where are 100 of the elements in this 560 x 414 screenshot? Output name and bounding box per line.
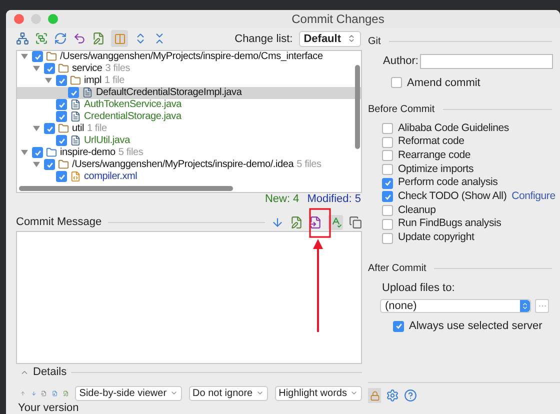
settings-icon[interactable] xyxy=(386,389,399,402)
checkbox[interactable] xyxy=(393,320,404,332)
checkbox[interactable] xyxy=(382,205,393,216)
expand-arrow-icon[interactable] xyxy=(33,161,40,168)
tree-row[interactable]: CredentialStorage.java xyxy=(17,110,361,123)
viewer-dropdown[interactable]: Highlight words xyxy=(274,386,362,401)
expand-arrow-icon[interactable] xyxy=(45,77,52,84)
file-name: /Users/wanggenshen/MyProjects/inspire-demo/.idea xyxy=(72,158,294,171)
checkbox[interactable] xyxy=(382,150,393,162)
checkbox[interactable] xyxy=(56,171,67,182)
file-count: 3 files xyxy=(105,62,130,75)
section-title: After Commit xyxy=(368,262,426,276)
section-title: Git xyxy=(368,34,381,48)
viewer-dropdown[interactable]: Do not ignore xyxy=(188,386,268,401)
expand-arrow-icon[interactable] xyxy=(21,53,28,60)
refresh-icon[interactable] xyxy=(54,32,67,46)
horizontal-scrollbar[interactable] xyxy=(19,186,233,190)
tree-row[interactable]: util 1 file xyxy=(17,122,361,135)
file-name: /Users/wanggenshen/MyProjects/inspire-demo/Cms_interface xyxy=(60,50,323,63)
tree-row[interactable]: /Users/wanggenshen/MyProjects/inspire-demo/Cms_interface xyxy=(17,50,361,63)
undo-icon[interactable] xyxy=(73,32,86,46)
new-count: New: 4 xyxy=(264,192,300,208)
commit-message-field[interactable] xyxy=(16,231,362,364)
modified-count: Modified: 5 xyxy=(307,192,361,208)
expand-arrow-icon[interactable] xyxy=(33,125,40,132)
checkbox[interactable] xyxy=(32,147,43,158)
lock-toggle[interactable] xyxy=(368,388,381,403)
upload-server-select[interactable]: (none) xyxy=(380,299,531,313)
option-label: Amend commit xyxy=(407,76,480,90)
file-name: compiler.xml xyxy=(84,170,138,183)
viewer-dropdown[interactable]: Side-by-side viewer xyxy=(75,386,182,401)
vertical-scrollbar[interactable] xyxy=(355,64,360,149)
spellcheck-icon xyxy=(330,216,342,228)
checkbox[interactable] xyxy=(44,159,55,170)
file-name: service xyxy=(72,62,102,75)
author-field[interactable] xyxy=(420,54,554,69)
stepper-icon xyxy=(521,302,529,310)
stepper-icon xyxy=(347,34,356,44)
checkbox[interactable] xyxy=(382,191,393,202)
edit-file-icon[interactable] xyxy=(290,216,303,229)
section-title: Before Commit xyxy=(368,102,435,116)
option-label: Always use selected server xyxy=(409,319,542,334)
folder-icon xyxy=(58,159,69,170)
upload-label: Upload files to: xyxy=(381,280,456,296)
checkbox[interactable] xyxy=(382,218,393,230)
arrow-down-icon[interactable] xyxy=(271,216,284,229)
module-folder-icon xyxy=(46,147,57,158)
group-toggle[interactable] xyxy=(111,30,128,48)
checkbox[interactable] xyxy=(391,77,402,88)
checkbox[interactable] xyxy=(68,87,79,98)
zoom-window-button[interactable] xyxy=(48,14,58,24)
configure-link[interactable]: Configure xyxy=(512,189,556,205)
details-label: Details xyxy=(33,364,67,380)
file-count: 1 file xyxy=(86,122,107,135)
option-label: Update copyright xyxy=(398,230,474,246)
option-label: Cleanup xyxy=(398,202,436,218)
tree-row[interactable]: /Users/wanggenshen/MyProjects/inspire-demo/.idea 5 files xyxy=(17,158,361,171)
folder-icon xyxy=(46,51,57,62)
file-count: 5 files xyxy=(296,158,322,171)
file-count: 1 file xyxy=(104,74,124,87)
checkbox[interactable] xyxy=(44,123,55,134)
option-label: Rearrange code xyxy=(398,148,470,163)
expand-arrow-icon[interactable] xyxy=(33,65,40,72)
checkbox[interactable] xyxy=(32,51,43,62)
checkbox[interactable] xyxy=(382,178,393,189)
file-icon xyxy=(82,87,93,98)
change-list-select[interactable]: Default xyxy=(298,30,361,47)
close-window-button[interactable] xyxy=(14,14,24,24)
expand-arrow-icon[interactable] xyxy=(21,149,28,156)
checkbox[interactable] xyxy=(382,164,393,176)
file-icon xyxy=(70,111,81,122)
author-label: Author: xyxy=(383,54,418,69)
tree-row[interactable]: inspire-demo 5 files xyxy=(17,146,361,159)
file-name: DefaultCredentialStorageImpl.java xyxy=(96,86,242,99)
option-label: Reformat code xyxy=(398,134,464,150)
tree-row[interactable]: service 3 files xyxy=(17,62,361,75)
checkbox[interactable] xyxy=(56,135,67,146)
checkbox[interactable] xyxy=(56,111,67,122)
option-label: Perform code analysis xyxy=(398,175,498,190)
tree-row[interactable]: impl 1 file xyxy=(17,74,361,87)
checkbox[interactable] xyxy=(44,63,55,74)
tree-row[interactable]: AuthTokenService.java xyxy=(17,98,361,111)
tree-row[interactable]: DefaultCredentialStorageImpl.java xyxy=(17,86,361,99)
checkbox[interactable] xyxy=(382,136,393,148)
xml-file-icon xyxy=(70,171,81,182)
checkbox[interactable] xyxy=(56,99,67,110)
file-count: 5 files xyxy=(118,146,144,159)
commit-message-label: Commit Message xyxy=(16,215,102,230)
change-list-label: Change list: xyxy=(234,32,293,47)
edit-file-icon[interactable] xyxy=(92,32,105,46)
checkbox[interactable] xyxy=(382,123,393,134)
tree-row[interactable]: UrlUtil.java xyxy=(17,134,361,147)
folder-icon xyxy=(70,75,81,86)
tree-row[interactable]: compiler.xml xyxy=(17,170,361,183)
copy-icon[interactable] xyxy=(349,216,362,229)
checkbox[interactable] xyxy=(56,75,67,86)
file-name: CredentialStorage.java xyxy=(84,110,182,123)
checkbox[interactable] xyxy=(382,232,393,244)
help-icon[interactable] xyxy=(404,389,417,402)
file-icon xyxy=(70,135,81,146)
